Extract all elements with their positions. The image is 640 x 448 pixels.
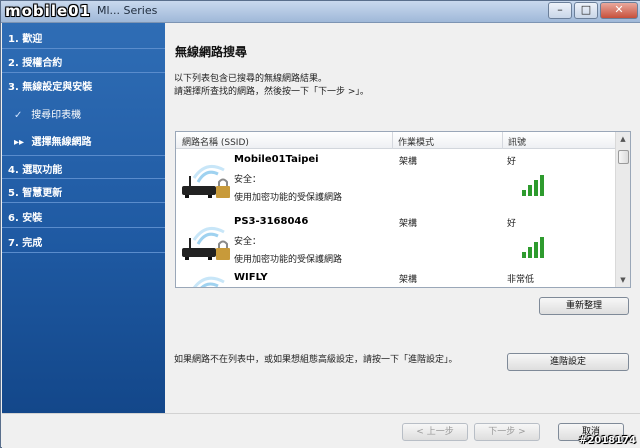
substep-select-network: ▸▸ 選擇無線網路 (2, 133, 165, 153)
network-ssid: Mobile01Taipei (234, 154, 319, 165)
scroll-down-arrow-icon[interactable]: ▼ (616, 273, 630, 287)
installer-window: mobile01 Ml... Series – □ ✕ 1. 歡迎 2. 授權合… (0, 0, 640, 448)
substep-label: 搜尋印表機 (31, 110, 82, 121)
advanced-hint: 如果網路不在列表中，或如果想組態高級設定，請按一下「進階設定」。 (174, 355, 458, 365)
security-description: 使用加密功能的受保護網路 (234, 255, 343, 265)
step-welcome: 1. 歡迎 (2, 25, 165, 49)
signal-bar (540, 175, 544, 196)
scroll-up-arrow-icon[interactable]: ▲ (616, 132, 630, 146)
window-controls: – □ ✕ (548, 2, 638, 19)
step-license: 2. 授權合約 (2, 49, 165, 73)
title-bar[interactable]: mobile01 Ml... Series – □ ✕ (1, 1, 640, 23)
minimize-button[interactable]: – (548, 2, 572, 19)
signal-bar (522, 190, 526, 196)
scroll-thumb[interactable] (618, 150, 629, 164)
check-icon: ✓ (14, 110, 23, 121)
page-title: 無線網路搜尋 (175, 45, 248, 59)
column-ssid[interactable]: 網路名稱 (SSID) (182, 135, 249, 148)
step-select-features: 4. 選取功能 (2, 155, 165, 179)
step-smart-update: 5. 智慧更新 (2, 179, 165, 203)
signal-text: 好 (507, 157, 517, 167)
network-row[interactable]: Mobile01Taipei 安全： 使用加密功能的受保護網路 架構 好 (176, 150, 616, 212)
watermark: #2018174 (578, 435, 636, 446)
column-divider (502, 132, 503, 149)
double-arrow-icon: ▸▸ (14, 137, 25, 148)
step-finish: 7. 完成 (2, 229, 165, 253)
signal-bar (528, 247, 532, 258)
network-ssid: WIFLY (234, 272, 268, 283)
signal-bar (534, 242, 538, 258)
substep-search-printer: ✓ 搜尋印表機 (2, 106, 165, 126)
footer-bar: < 上一步 下一步 > 取消 #2018174 (2, 413, 640, 448)
maximize-button[interactable]: □ (574, 2, 598, 19)
step-wireless-setup: 3. 無線設定與安裝 (8, 82, 93, 93)
main-content: 無線網路搜尋 以下列表包含已搜尋的無線網路結果。 請選擇所查找的網路，然後按一下… (166, 23, 640, 413)
network-row[interactable]: WIFLY 架構 非常低 (176, 268, 616, 287)
site-logo: mobile01 (5, 2, 92, 20)
column-signal[interactable]: 訊號 (508, 135, 526, 148)
wireless-router-icon (182, 164, 230, 198)
refresh-button[interactable]: 重新整理 (539, 297, 629, 315)
security-label: 安全： (234, 175, 262, 185)
security-description: 使用加密功能的受保護網路 (234, 193, 343, 203)
signal-bar (522, 252, 526, 258)
network-ssid: PS3-3168046 (234, 216, 309, 227)
signal-bars-icon (522, 175, 544, 196)
instruction-line-2: 請選擇所查找的網路，然後按一下「下一步 >」。 (174, 87, 369, 97)
signal-bar (534, 180, 538, 196)
column-mode[interactable]: 作業模式 (398, 135, 434, 148)
close-button[interactable]: ✕ (600, 2, 638, 19)
step-install: 6. 安裝 (2, 204, 165, 228)
security-label: 安全： (234, 237, 262, 247)
list-scrollbar[interactable]: ▲ ▼ (615, 132, 630, 287)
network-row[interactable]: PS3-3168046 安全： 使用加密功能的受保護網路 架構 好 (176, 212, 616, 274)
list-header: 網路名稱 (SSID) 作業模式 訊號 (176, 132, 616, 149)
window-title: Ml... Series (97, 4, 158, 17)
instructions: 以下列表包含已搜尋的無線網路結果。 請選擇所查找的網路，然後按一下「下一步 >」… (174, 73, 369, 99)
signal-text: 好 (507, 219, 517, 229)
network-list[interactable]: 網路名稱 (SSID) 作業模式 訊號 Mobile01Taipei 安全： 使… (175, 131, 631, 288)
signal-text: 非常低 (507, 275, 535, 285)
step-sidebar: 1. 歡迎 2. 授權合約 3. 無線設定與安裝 ✓ 搜尋印表機 ▸▸ 選擇無線… (2, 23, 165, 413)
wireless-router-icon (182, 226, 230, 260)
substep-label: 選擇無線網路 (31, 137, 92, 148)
wireless-signal-icon (192, 276, 225, 287)
next-button[interactable]: 下一步 > (474, 423, 540, 441)
network-mode: 架構 (399, 219, 418, 229)
signal-bar (540, 237, 544, 258)
advanced-settings-button[interactable]: 進階設定 (507, 353, 629, 371)
column-divider (392, 132, 393, 149)
instruction-line-1: 以下列表包含已搜尋的無線網路結果。 (174, 74, 328, 84)
signal-bars-icon (522, 237, 544, 258)
network-mode: 架構 (399, 275, 418, 285)
signal-bar (528, 185, 532, 196)
network-mode: 架構 (399, 157, 418, 167)
back-button[interactable]: < 上一步 (402, 423, 468, 441)
